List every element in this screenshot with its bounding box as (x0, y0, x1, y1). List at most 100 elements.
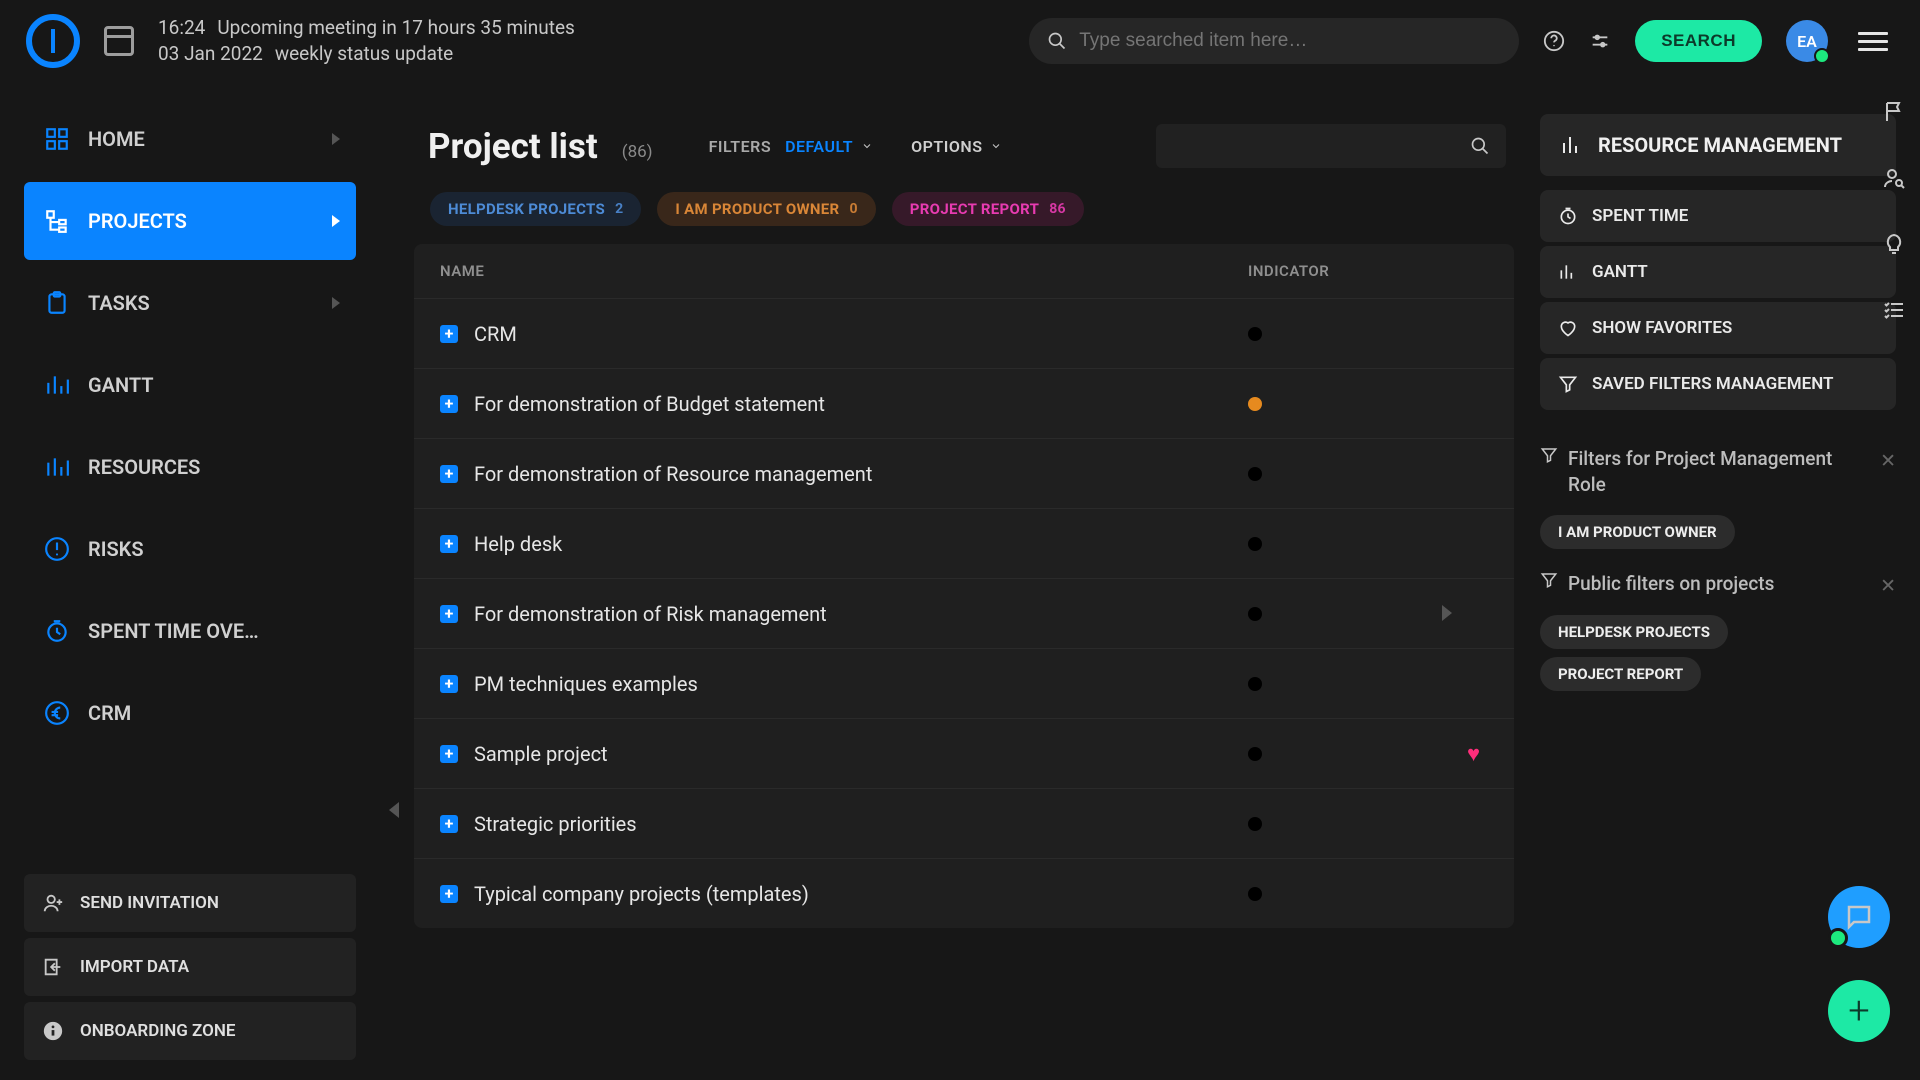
saved-filter-chip[interactable]: I AM PRODUCT OWNER (1540, 515, 1735, 549)
clock-icon (44, 618, 70, 644)
filter-chip-label: PROJECT REPORT (910, 200, 1039, 218)
sidebar-item-label: RISKS (88, 537, 144, 561)
project-name: CRM (474, 322, 1248, 346)
sidebar-item-gantt[interactable]: GANTT (24, 346, 356, 424)
bars-icon (44, 454, 70, 480)
sidebar-item-projects[interactable]: PROJECTS (24, 182, 356, 260)
calendar-icon[interactable] (104, 26, 134, 56)
main-menu-icon[interactable] (1852, 26, 1894, 57)
expand-icon[interactable]: + (440, 885, 458, 903)
resource-management-header: RESOURCE MANAGEMENT (1540, 114, 1896, 176)
collapse-sidebar-handle[interactable] (380, 100, 408, 1080)
sidebar-item-label: GANTT (88, 373, 154, 397)
column-header-indicator[interactable]: INDICATOR (1248, 262, 1488, 280)
import-data-button[interactable]: IMPORT DATA (24, 938, 356, 996)
table-row[interactable]: +For demonstration of Budget statement (414, 368, 1514, 438)
grid-icon (44, 126, 70, 152)
right-panel-title: RESOURCE MANAGEMENT (1598, 132, 1842, 158)
filters-dropdown[interactable]: DEFAULT (785, 137, 873, 156)
chat-fab[interactable] (1828, 886, 1890, 948)
search-icon (1047, 31, 1067, 51)
right-panel-item-label: SAVED FILTERS MANAGEMENT (1592, 374, 1834, 394)
table-row[interactable]: +For demonstration of Resource managemen… (414, 438, 1514, 508)
filter-chip[interactable]: PROJECT REPORT 86 (892, 192, 1084, 226)
bars-icon (1560, 133, 1584, 157)
expand-icon[interactable]: + (440, 535, 458, 553)
sliders-icon[interactable] (1589, 30, 1611, 52)
project-name: For demonstration of Risk management (474, 602, 1248, 626)
table-row[interactable]: +Help desk (414, 508, 1514, 578)
sidebar-item-home[interactable]: HOME (24, 100, 356, 178)
bars-icon (44, 372, 70, 398)
add-fab[interactable]: + (1828, 980, 1890, 1042)
onboarding-zone-button[interactable]: ONBOARDING ZONE (24, 1002, 356, 1060)
sidebar-item-tasks[interactable]: TASKS (24, 264, 356, 342)
options-dropdown[interactable]: OPTIONS (911, 137, 1002, 156)
sidebar-item-label: CRM (88, 701, 131, 725)
import-icon (42, 956, 64, 978)
filters-value: DEFAULT (785, 137, 853, 156)
chevron-right-icon (332, 297, 340, 309)
app-logo[interactable] (26, 14, 80, 68)
right-panel-item[interactable]: SHOW FAVORITES (1540, 302, 1896, 354)
table-row[interactable]: +Strategic priorities (414, 788, 1514, 858)
table-row[interactable]: + CRM (414, 298, 1514, 368)
table-search[interactable] (1156, 124, 1506, 168)
flag-icon[interactable] (1882, 100, 1906, 130)
sidebar-item-resources[interactable]: RESOURCES (24, 428, 356, 506)
bulb-icon[interactable] (1882, 232, 1906, 262)
search-button[interactable]: SEARCH (1635, 20, 1762, 62)
status-indicator (1248, 677, 1262, 691)
expand-icon[interactable]: + (440, 325, 458, 343)
expand-icon[interactable]: + (440, 675, 458, 693)
info-icon (42, 1020, 64, 1042)
favorite-icon[interactable]: ♥ (1467, 741, 1480, 767)
alert-icon (44, 536, 70, 562)
page-title: Project list (428, 126, 598, 167)
expand-icon[interactable]: + (440, 395, 458, 413)
checklist-icon[interactable] (1882, 298, 1906, 328)
status-indicator (1248, 327, 1262, 341)
table-row[interactable]: +Typical company projects (templates) (414, 858, 1514, 928)
table-row[interactable]: + For demonstration of Risk management (414, 578, 1514, 648)
expand-icon[interactable]: + (440, 815, 458, 833)
expand-right-panel-handle[interactable] (1442, 605, 1452, 621)
sidebar-item-label: SPENT TIME OVE… (88, 619, 259, 643)
sidebar-item-crm[interactable]: CRM (24, 674, 356, 752)
saved-filter-chip[interactable]: PROJECT REPORT (1540, 657, 1701, 691)
right-panel-item[interactable]: GANTT (1540, 246, 1896, 298)
filter-group-label: Public filters on projects (1568, 571, 1774, 597)
filter-chip-count: 86 (1049, 201, 1066, 217)
expand-icon[interactable]: + (440, 745, 458, 763)
right-panel-item[interactable]: SPENT TIME (1540, 190, 1896, 242)
close-icon[interactable]: ✕ (1880, 448, 1896, 474)
help-icon[interactable] (1543, 30, 1565, 52)
filter-chip[interactable]: HELPDESK PROJECTS2 (430, 192, 641, 226)
sidebar-item-label: HOME (88, 127, 145, 151)
saved-filter-chip[interactable]: HELPDESK PROJECTS (1540, 615, 1728, 649)
side-action-label: ONBOARDING ZONE (80, 1021, 235, 1041)
upcoming-meeting-title: weekly status update (275, 41, 453, 67)
expand-icon[interactable]: + (440, 605, 458, 623)
filter-chip[interactable]: I AM PRODUCT OWNER0 (657, 192, 875, 226)
filter-group-title: Public filters on projects ✕ (1540, 571, 1896, 597)
table-row[interactable]: +PM techniques examples (414, 648, 1514, 718)
table-row[interactable]: +Sample project♥ (414, 718, 1514, 788)
clock-icon (1558, 206, 1578, 226)
funnel-icon (1540, 446, 1558, 464)
status-indicator (1248, 817, 1262, 831)
filters-label: FILTERS (709, 137, 771, 156)
right-panel-item[interactable]: SAVED FILTERS MANAGEMENT (1540, 358, 1896, 410)
sidebar-item-risks[interactable]: RISKS (24, 510, 356, 588)
status-indicator (1248, 887, 1262, 901)
sidebar-item-spent-time[interactable]: SPENT TIME OVE… (24, 592, 356, 670)
close-icon[interactable]: ✕ (1880, 573, 1896, 599)
send-invitation-button[interactable]: SEND INVITATION (24, 874, 356, 932)
status-indicator (1248, 537, 1262, 551)
column-header-name[interactable]: NAME (440, 262, 1248, 280)
global-search-input[interactable] (1079, 30, 1501, 52)
global-search[interactable] (1029, 18, 1519, 64)
expand-icon[interactable]: + (440, 465, 458, 483)
user-search-icon[interactable] (1882, 166, 1906, 196)
user-avatar[interactable]: EA (1786, 20, 1828, 62)
